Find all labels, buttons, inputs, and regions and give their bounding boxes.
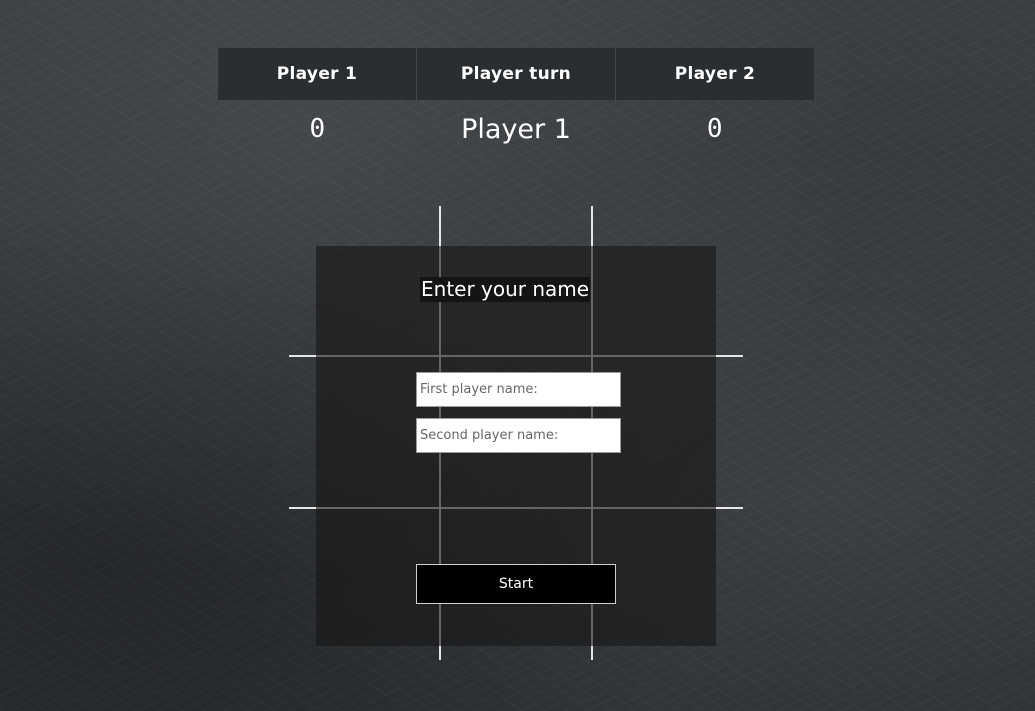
- first-player-name-input[interactable]: [416, 372, 621, 407]
- modal-title: Enter your name: [420, 277, 591, 302]
- player1-score: 0: [309, 114, 326, 144]
- scoreboard-values: 0 Player 1 0: [218, 104, 814, 154]
- player2-header: Player 2: [674, 64, 756, 84]
- player1-header: Player 1: [218, 48, 417, 100]
- current-turn: Player 1: [461, 113, 571, 145]
- scoreboard-header: Player 1 Player turn Player 2: [218, 48, 814, 100]
- second-player-name-input[interactable]: [416, 418, 621, 453]
- start-button[interactable]: Start: [416, 564, 616, 604]
- turn-header: Player turn: [417, 48, 616, 100]
- player2-score: 0: [706, 114, 723, 144]
